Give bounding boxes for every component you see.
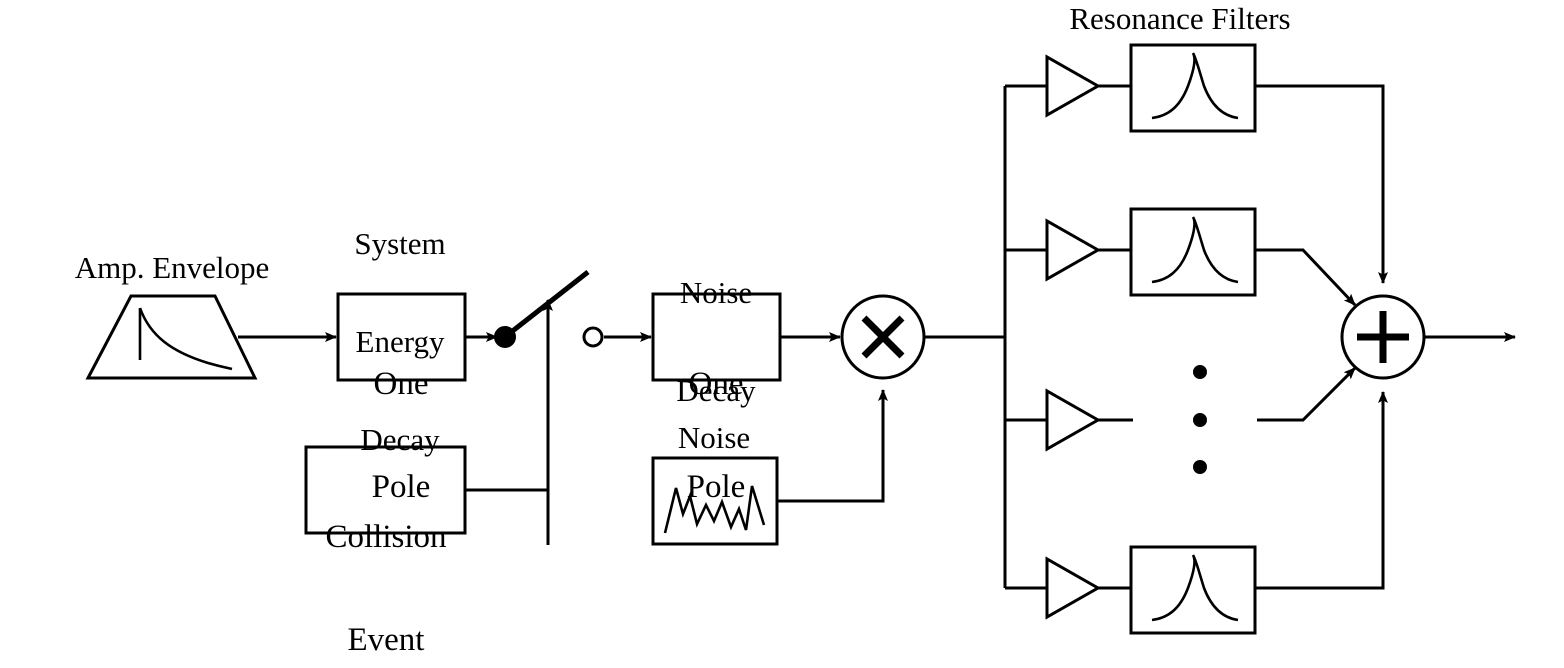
signal-flow-diagram: [85, 43, 1516, 635]
gain-triangle-4: [1045, 556, 1102, 620]
diagram-canvas: Resonance Filters Amp. Envelope System E…: [0, 0, 1564, 668]
wire-noise-to-multiply: [777, 389, 888, 503]
wire-filter-3-to-sum: [1257, 366, 1357, 422]
wire-filter-2-to-sum: [1255, 248, 1357, 307]
gain-triangle-2: [1045, 218, 1102, 282]
gain-triangle-1: [1045, 54, 1102, 118]
amp-envelope-trapezoid: [85, 294, 258, 380]
one-pole-box-noise-label: One Pole: [687, 302, 746, 570]
one-pole-box-noise-label-line1: One: [688, 366, 744, 402]
wire-filter-1-to-sum: [1255, 84, 1388, 284]
ellipsis-dot-2: [1193, 413, 1207, 427]
gain-triangle-3: [1045, 388, 1102, 452]
collision-event-box-label: Collision Event: [325, 455, 446, 668]
collision-event-box-label-line2: Event: [347, 622, 425, 658]
wire-collision-to-control-riser: [465, 488, 550, 545]
ellipsis-dot-1: [1193, 365, 1207, 379]
ellipsis-dot-3: [1193, 460, 1207, 474]
amp-envelope-label: Amp. Envelope: [74, 250, 270, 285]
system-energy-decay-label-line1: System: [354, 226, 446, 261]
resonance-filters-title: Resonance Filters: [1069, 1, 1291, 36]
one-pole-box-noise-label-line2: Pole: [686, 469, 746, 505]
switch-throw-terminal[interactable]: [582, 326, 604, 348]
one-pole-box-system-label-line1: One: [373, 366, 429, 402]
collision-event-box-label-line1: Collision: [325, 519, 447, 555]
